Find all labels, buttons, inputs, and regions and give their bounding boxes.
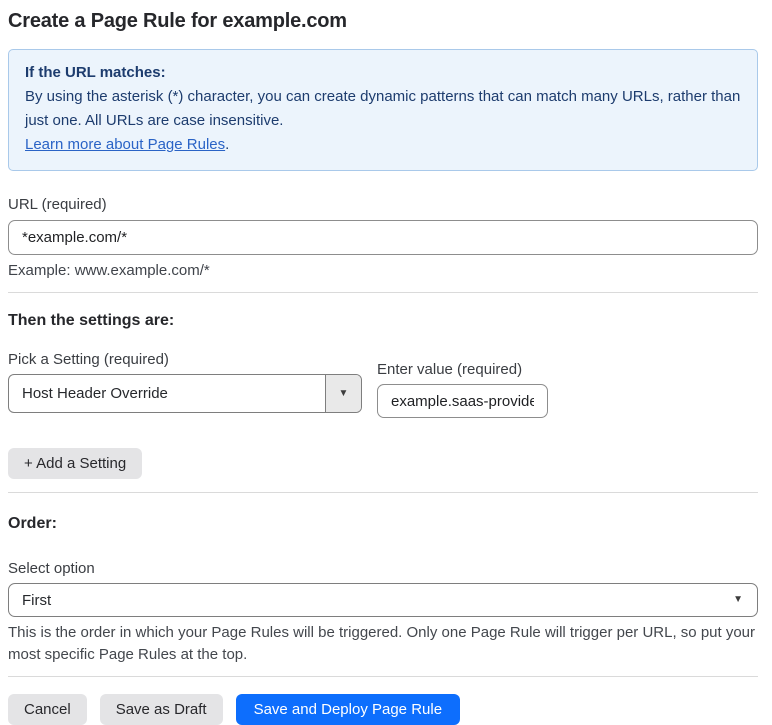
divider: [8, 492, 758, 493]
pick-setting-column: Pick a Setting (required) Host Header Ov…: [8, 351, 362, 413]
info-box-heading: If the URL matches:: [25, 64, 166, 81]
save-as-draft-button[interactable]: Save as Draft: [99, 694, 223, 725]
cancel-button[interactable]: Cancel: [8, 694, 87, 725]
divider: [8, 292, 758, 293]
setting-row: Pick a Setting (required) Host Header Ov…: [8, 351, 758, 418]
url-label: URL (required): [8, 196, 107, 213]
footer-actions: Cancel Save as Draft Save and Deploy Pag…: [8, 694, 758, 725]
url-input[interactable]: [8, 220, 758, 255]
pick-setting-dropdown[interactable]: Host Header Override ▼: [8, 374, 362, 413]
pick-setting-selected-value: Host Header Override: [22, 385, 168, 402]
chevron-down-icon: ▼: [338, 387, 349, 399]
order-selected-value: First: [22, 591, 52, 609]
order-section-heading: Order:: [8, 515, 57, 532]
divider: [8, 676, 758, 677]
order-select[interactable]: First ▼: [8, 583, 758, 617]
info-box-body: By using the asterisk (*) character, you…: [25, 88, 741, 129]
url-example-text: Example: www.example.com/*: [8, 262, 210, 279]
save-and-deploy-button[interactable]: Save and Deploy Page Rule: [235, 694, 461, 725]
url-match-info-box: If the URL matches: By using the asteris…: [8, 49, 758, 171]
enter-value-column: Enter value (required): [377, 361, 548, 418]
chevron-down-icon: ▼: [733, 594, 743, 605]
dropdown-arrow-button[interactable]: ▼: [325, 375, 361, 412]
setting-value-input[interactable]: [377, 384, 548, 418]
order-help-text: This is the order in which your Page Rul…: [8, 624, 756, 663]
enter-value-label: Enter value (required): [377, 361, 523, 378]
page-title: Create a Page Rule for example.com: [8, 10, 347, 32]
info-box-link-line: Learn more about Page Rules.: [25, 133, 741, 157]
learn-more-link[interactable]: Learn more about Page Rules: [25, 136, 225, 153]
settings-section-heading: Then the settings are:: [8, 312, 175, 329]
pick-setting-label: Pick a Setting (required): [8, 351, 169, 368]
order-select-label: Select option: [8, 560, 95, 577]
add-setting-button[interactable]: + Add a Setting: [8, 448, 143, 479]
link-period: .: [225, 136, 230, 153]
